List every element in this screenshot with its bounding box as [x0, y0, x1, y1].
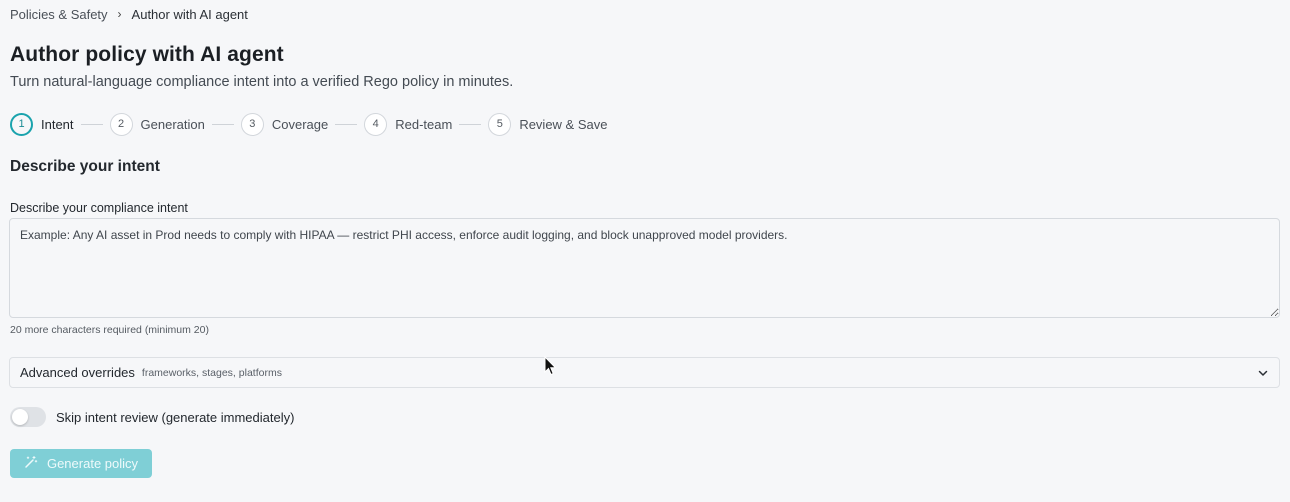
section-title: Describe your intent	[10, 158, 160, 175]
advanced-overrides-toggle[interactable]: Advanced overrides frameworks, stages, p…	[9, 357, 1280, 388]
skip-review-row: Skip intent review (generate immediately…	[10, 407, 294, 427]
step-number: 3	[240, 112, 264, 136]
intent-field-label: Describe your compliance intent	[10, 201, 188, 215]
step-connector	[459, 123, 482, 125]
step-number: 1	[10, 112, 33, 136]
step-connector	[80, 123, 103, 125]
page-title: Author policy with AI agent	[10, 43, 284, 66]
step-label: Generation	[140, 116, 205, 132]
magic-wand-icon	[24, 455, 38, 472]
step-intent[interactable]: 1 Intent	[10, 112, 74, 136]
step-number: 2	[109, 112, 133, 136]
step-number: 5	[488, 112, 512, 136]
breadcrumb: Policies & Safety › Author with AI agent	[10, 6, 248, 22]
advanced-overrides-hint: frameworks, stages, platforms	[141, 366, 282, 379]
step-connector	[335, 123, 358, 125]
toggle-knob	[12, 409, 28, 425]
step-coverage[interactable]: 3 Coverage	[240, 112, 329, 136]
mouse-cursor-icon	[544, 355, 558, 381]
step-label: Red-team	[395, 116, 453, 132]
breadcrumb-current: Author with AI agent	[131, 6, 248, 22]
step-review-save[interactable]: 5 Review & Save	[488, 112, 608, 136]
skip-review-label: Skip intent review (generate immediately…	[56, 409, 295, 425]
step-number: 4	[364, 112, 388, 136]
skip-review-toggle[interactable]	[10, 407, 46, 427]
step-label: Review & Save	[519, 116, 608, 132]
step-generation[interactable]: 2 Generation	[109, 112, 205, 136]
stepper: 1 Intent 2 Generation 3 Coverage 4 Red-t…	[10, 112, 607, 136]
generate-policy-button[interactable]: Generate policy	[10, 449, 152, 478]
intent-helper-text: 20 more characters required (minimum 20)	[10, 324, 209, 336]
generate-policy-label: Generate policy	[46, 456, 139, 471]
step-label: Coverage	[271, 116, 329, 132]
intent-textarea[interactable]	[9, 218, 1280, 318]
chevron-down-icon	[1257, 367, 1269, 379]
step-red-team[interactable]: 4 Red-team	[364, 112, 453, 136]
step-connector	[211, 123, 234, 125]
breadcrumb-link-policies-safety[interactable]: Policies & Safety	[10, 7, 108, 22]
step-label: Intent	[41, 116, 74, 132]
advanced-overrides-title: Advanced overrides	[20, 365, 135, 380]
page-subtitle: Turn natural-language compliance intent …	[10, 74, 514, 90]
breadcrumb-separator: ›	[117, 7, 122, 21]
